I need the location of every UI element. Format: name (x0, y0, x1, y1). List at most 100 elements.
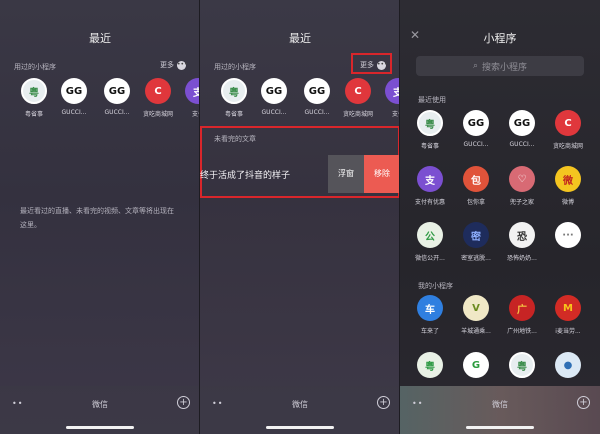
wechat-public-icon: 公 (417, 222, 443, 248)
miniprogram-yuesheng[interactable]: 粤 粤省事 (14, 78, 54, 118)
miniprogram-zhifu[interactable]: 支 支付有优惠 (410, 166, 450, 206)
tanchi-icon: C (555, 110, 581, 136)
empty-note: 最近看过的直播、未看完的视频、文章等将出现在这里。 (20, 207, 174, 229)
miniprogram-item[interactable]: G (456, 352, 496, 378)
miniprogram-zhifu[interactable]: 支 支付 (178, 78, 200, 118)
more-dots-icon: ··· (555, 222, 581, 248)
search-input[interactable]: ⌕ 搜索小程序 (416, 56, 584, 76)
zhifu-icon: 支 (185, 78, 200, 104)
miniprogram-yuesheng[interactable]: 粤 粤省事 (214, 78, 254, 118)
my-miniprograms-label: 我的小程序 (418, 282, 453, 290)
escape-icon: 密 (463, 222, 489, 248)
miniprogram-weibo[interactable]: 微 微博 (548, 166, 588, 206)
miniprogram-tanchi[interactable]: C 贪吃商城网 (138, 78, 178, 118)
app-icon: 粤 (417, 352, 443, 378)
yuesheng-icon: 粤 (221, 78, 247, 104)
app-label: 密室逃脱... (461, 255, 491, 262)
metro-icon: 广 (509, 295, 535, 321)
miniprogram-gucci[interactable]: GG GUCCI... (97, 78, 137, 116)
panel-recent-article: 最近 用过的小程序 更多 ••• 粤 粤省事 GG GUCCI... GG GU… (200, 0, 400, 434)
app-label: i麦当劳... (555, 328, 581, 335)
miniprogram-item[interactable]: 粤 (502, 352, 542, 378)
article-row[interactable]: 终于活成了抖音的样子 浮窗 移除 (200, 155, 400, 193)
home-indicator (466, 426, 534, 429)
more-button[interactable]: 更多 ••• (160, 60, 188, 70)
tab-wechat[interactable]: 微信 (400, 399, 600, 410)
add-icon[interactable]: + (377, 396, 390, 409)
miniprogram-bus[interactable]: 车 车来了 (410, 295, 450, 335)
tab-wechat[interactable]: 微信 (0, 399, 200, 410)
miniprogram-item[interactable]: ● (548, 352, 588, 378)
gucci-icon: GG (463, 110, 489, 136)
app-label: 粤省事 (24, 111, 43, 118)
app-label: 贪吃商城网 (342, 111, 373, 118)
yangcheng-icon: V (463, 295, 489, 321)
app-label: 支付 (191, 111, 200, 118)
app-icon: 粤 (509, 352, 535, 378)
mcdonalds-icon: M (555, 295, 581, 321)
app-icon: ● (555, 352, 581, 378)
gucci-icon: GG (104, 78, 130, 104)
miniprogram-item[interactable]: 粤 (410, 352, 450, 378)
more-apps-button[interactable]: ··· (548, 222, 588, 248)
miniprogram-baoni[interactable]: 包 包你拿 (456, 166, 496, 206)
miniprogram-tanchi[interactable]: C 贪吃商城网 (338, 78, 378, 118)
search-placeholder: 搜索小程序 (482, 62, 528, 73)
miniprogram-zhifu[interactable]: 支 支付 (378, 78, 400, 118)
used-miniprograms-label: 用过的小程序 (214, 63, 256, 71)
search-icon: ⌕ (472, 61, 479, 71)
yuesheng-icon: 粤 (21, 78, 47, 104)
miniprogram-gucci[interactable]: GG GUCCI... (254, 78, 294, 116)
more-label: 更多 (160, 61, 174, 69)
app-icon: G (463, 352, 489, 378)
miniprogram-doudizhijia[interactable]: ♡ 兜子之家 (502, 166, 542, 206)
miniprogram-escape[interactable]: 密 密室逃脱... (456, 222, 496, 262)
miniprogram-yuesheng[interactable]: 粤 粤省事 (410, 110, 450, 150)
app-label: GUCCI... (463, 141, 489, 148)
zhifu-icon: 支 (417, 166, 443, 192)
heart-icon: ♡ (509, 166, 535, 192)
page-title: 最近 (89, 32, 111, 45)
remove-button[interactable]: 移除 (364, 155, 400, 193)
bottom-bar-overlay: •• 微信 + (400, 386, 600, 434)
tab-wechat[interactable]: 微信 (200, 399, 400, 410)
miniprogram-tanchi[interactable]: C 贪吃商城网 (548, 110, 588, 150)
app-label: 车来了 (420, 328, 439, 335)
page-title: 小程序 (483, 32, 517, 45)
app-label: 粤省事 (224, 111, 243, 118)
app-label: 微博 (561, 199, 574, 206)
miniprogram-gucci[interactable]: GG GUCCI... (456, 110, 496, 148)
miniprogram-gucci[interactable]: GG GUCCI... (502, 110, 542, 148)
miniprogram-yangcheng[interactable]: V 羊城通乘... (456, 295, 496, 335)
home-indicator (266, 426, 334, 429)
miniprogram-gucci[interactable]: GG GUCCI... (297, 78, 337, 116)
app-label: GUCCI... (509, 141, 535, 148)
app-label: 贪吃商城网 (552, 143, 583, 150)
more-dots-icon: ••• (177, 60, 188, 70)
unread-articles-label: 未看完的文章 (214, 135, 256, 143)
miniprogram-wechat-public[interactable]: 公 微信公开... (410, 222, 450, 262)
panel-recent-empty: 最近 用过的小程序 更多 ••• 粤 粤省事 GG GUCCI... GG GU… (0, 0, 200, 434)
miniprogram-metro[interactable]: 广 广州地铁... (502, 295, 542, 335)
gucci-icon: GG (261, 78, 287, 104)
miniprogram-gucci[interactable]: GG GUCCI... (54, 78, 94, 116)
app-label: GUCCI... (261, 109, 287, 116)
miniprogram-mcdonalds[interactable]: M i麦当劳... (548, 295, 588, 335)
float-button[interactable]: 浮窗 (328, 155, 364, 193)
article-title: 终于活成了抖音的样子 (200, 170, 291, 181)
add-icon[interactable]: + (177, 396, 190, 409)
app-label: 贪吃商城网 (142, 111, 173, 118)
bus-icon: 车 (417, 295, 443, 321)
gucci-icon: GG (509, 110, 535, 136)
app-label: GUCCI... (61, 109, 87, 116)
zhifu-icon: 支 (385, 78, 400, 104)
highlight-box (351, 53, 392, 74)
app-label: 兜子之家 (509, 199, 534, 206)
page-title: 最近 (289, 32, 311, 45)
app-label: 恐怖奶奶... (507, 255, 537, 262)
panel-miniprograms: ✕ 小程序 ⌕ 搜索小程序 最近使用 粤 粤省事 GG GUCCI... GG … (400, 0, 600, 434)
miniprogram-granny[interactable]: 恐 恐怖奶奶... (502, 222, 542, 262)
weibo-icon: 微 (555, 166, 581, 192)
app-label: GUCCI... (104, 109, 130, 116)
add-icon[interactable]: + (577, 396, 590, 409)
